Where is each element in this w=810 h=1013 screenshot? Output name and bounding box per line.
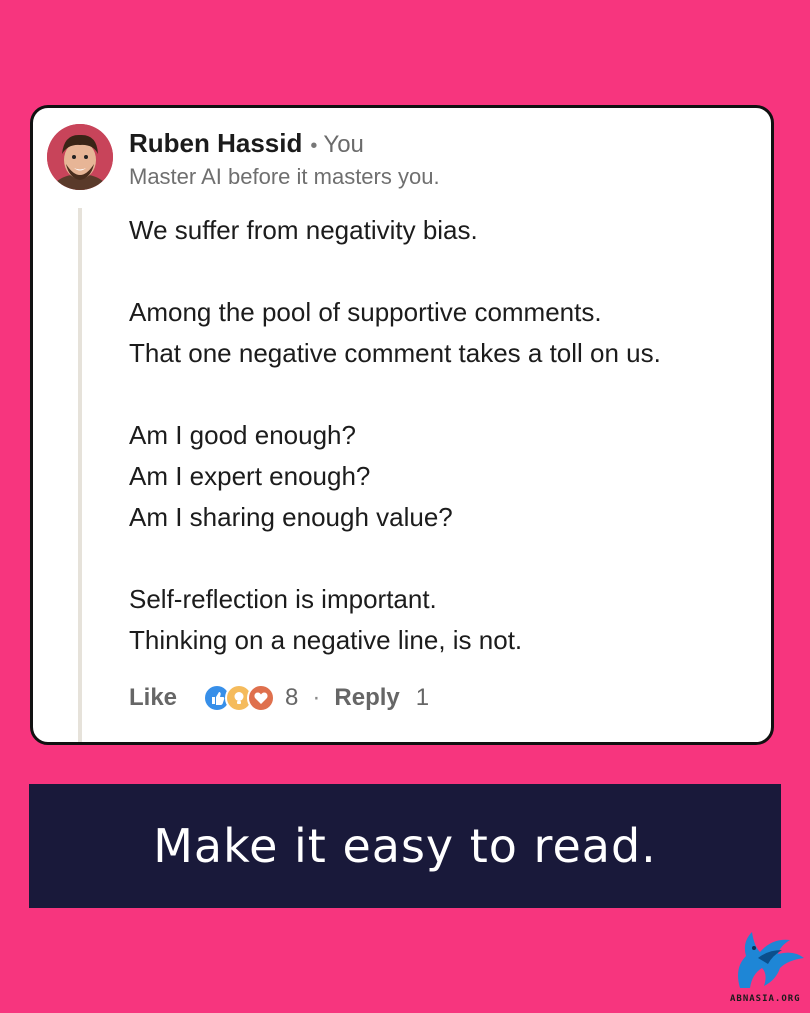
author-row: Ruben Hassid • You — [129, 128, 364, 159]
separator-dot: · — [312, 684, 321, 711]
reactions-summary[interactable] — [203, 684, 276, 712]
love-icon — [247, 684, 276, 712]
separator-dot: • — [310, 135, 318, 157]
comment-line: Thinking on a negative line, is not. — [129, 625, 523, 655]
comment-actions: Like 8 · Reply 1 — [129, 684, 429, 712]
caption-text: Make it easy to read. — [153, 819, 657, 873]
comment-card: Ruben Hassid • You Master AI before it mas… — [30, 105, 774, 745]
comment-line: We suffer from negativity bias. — [129, 215, 478, 245]
comment-line: Am I sharing enough value? — [129, 502, 453, 532]
author-name[interactable]: Ruben Hassid — [129, 128, 302, 158]
author-headline: Master AI before it masters you. — [129, 164, 440, 189]
reply-button[interactable]: Reply — [334, 684, 399, 712]
comment-line: Among the pool of supportive comments. — [129, 297, 602, 327]
watermark-text: ABNASIA.ORG — [730, 994, 801, 1004]
comment-line: Am I good enough? — [129, 420, 356, 450]
comment-body: We suffer from negativity bias. Among th… — [129, 210, 661, 661]
comment-line: Self-reflection is important. — [129, 584, 437, 614]
reaction-count[interactable]: 8 — [285, 684, 298, 712]
relationship-label: You — [323, 131, 364, 158]
thread-line — [78, 208, 82, 742]
comment-line: Am I expert enough? — [129, 461, 371, 491]
like-button[interactable]: Like — [129, 684, 177, 712]
reply-count[interactable]: 1 — [416, 684, 429, 712]
avatar-face-image — [47, 124, 113, 190]
caption-banner: Make it easy to read. — [29, 784, 781, 908]
comment-line: That one negative comment takes a toll o… — [129, 338, 661, 368]
avatar[interactable] — [47, 124, 113, 190]
